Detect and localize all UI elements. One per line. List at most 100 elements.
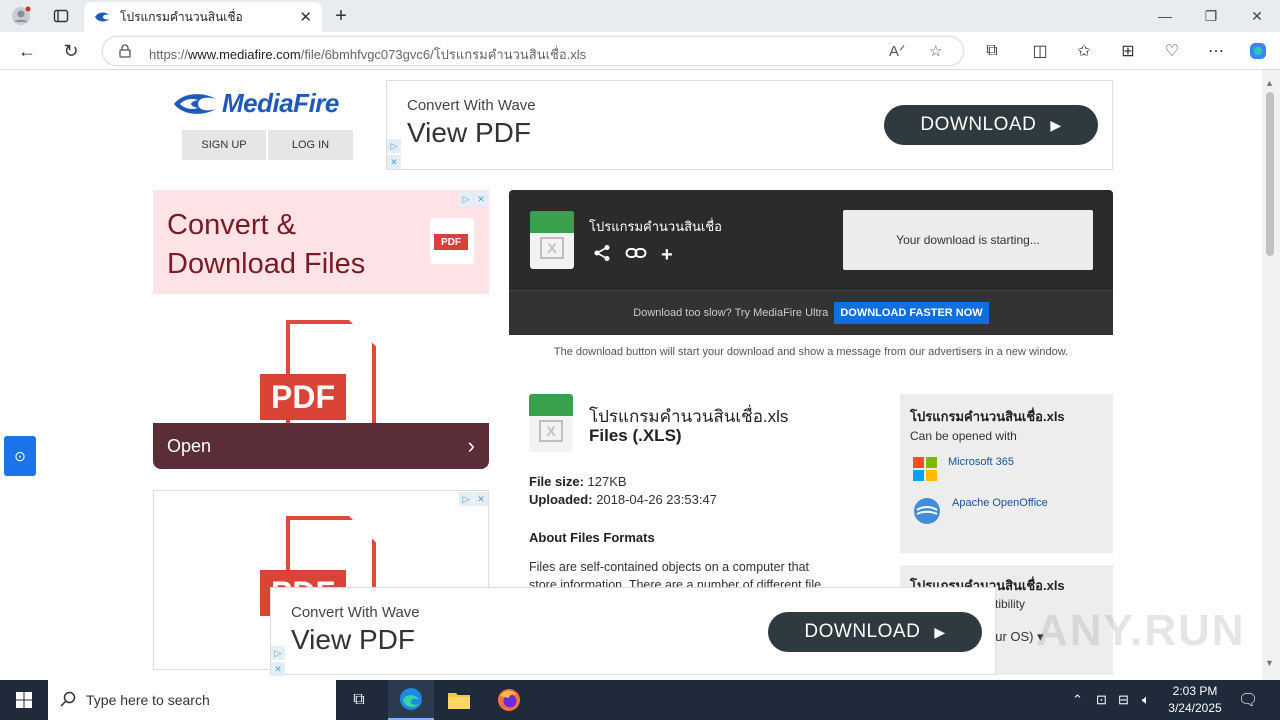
app-microsoft-365[interactable]: Microsoft 365 — [912, 456, 1014, 482]
window-close-icon[interactable]: ✕ — [1246, 6, 1268, 26]
xls-file-icon: X — [529, 394, 573, 452]
search-placeholder: Type here to search — [86, 692, 210, 708]
more-menu-icon[interactable]: ⋯ — [1204, 40, 1228, 62]
ad-close-icon[interactable]: ✕ — [474, 492, 488, 506]
play-arrow-icon: ▶ — [934, 623, 946, 640]
ad-close-icon[interactable]: ✕ — [474, 192, 488, 206]
ad-download-button[interactable]: DOWNLOAD ▶ — [768, 612, 982, 652]
ad-title: View PDF — [291, 624, 415, 655]
play-arrow-icon: ▶ — [1050, 116, 1062, 133]
new-tab-button[interactable]: + — [330, 5, 352, 27]
edge-taskbar-icon[interactable] — [388, 680, 434, 720]
open-with-panel: โปรแกรมคำนวนสินเชื่อ.xls Can be opened w… — [900, 394, 1113, 553]
file-size-row: File size: 127KB — [529, 474, 627, 489]
app-name[interactable]: Apache OpenOffice — [952, 497, 1048, 509]
refresh-button[interactable]: ↻ — [58, 38, 84, 64]
download-note: The download button will start your down… — [553, 346, 1069, 358]
task-view-icon[interactable]: ⧉ — [336, 680, 382, 720]
logo-text: MediaFire — [222, 88, 339, 118]
file-size-value: 127KB — [587, 474, 627, 489]
app-name[interactable]: Microsoft 365 — [948, 456, 1014, 468]
ad-open-button[interactable]: Open › — [153, 423, 489, 469]
about-heading: About Files Formats — [529, 530, 655, 545]
app-apache-openoffice[interactable]: Apache OpenOffice — [912, 496, 1048, 526]
openoffice-logo-icon — [914, 498, 940, 524]
taskbar-search-box[interactable]: Type here to search — [48, 680, 336, 720]
profile-icon[interactable] — [10, 6, 32, 26]
ad-close-icon[interactable]: ✕ — [271, 662, 285, 676]
pdf-file-icon: PDF — [260, 320, 376, 440]
top-banner-ad[interactable]: Convert With Wave View PDF DOWNLOAD ▶ ▷ ✕ — [386, 80, 1113, 170]
download-panel: X โปรแกรมคำนวนสินเชื่อ + Your download i… — [509, 190, 1113, 335]
restore-icon[interactable]: ❐ — [1200, 6, 1222, 26]
minimize-icon[interactable]: — — [1154, 6, 1176, 26]
ad-headline-2: Download Files — [167, 248, 366, 280]
windows-logo-icon — [16, 692, 32, 708]
uploaded-row: Uploaded: 2018-04-26 23:53:47 — [529, 492, 717, 507]
page-scrollbar[interactable]: ▲ ▼ — [1262, 70, 1280, 680]
url-text[interactable]: https://www.mediafire.com/file/6bmhfvgc0… — [149, 44, 586, 65]
active-tab[interactable]: โปรแกรมคำนวนสินเชื่อ ✕ — [84, 2, 322, 32]
chevron-right-icon: › — [467, 433, 475, 458]
microsoft-logo-icon — [913, 457, 937, 481]
log-in-button[interactable]: LOG IN — [268, 130, 353, 160]
mediafire-logo[interactable]: MediaFire — [172, 88, 339, 119]
open-with-title: โปรแกรมคำนวนสินเชื่อ.xls — [910, 409, 1065, 424]
windows-taskbar: Type here to search ⧉ ⌃ ⊡ ⊟ 🔈︎ 2:03 PM 3… — [0, 680, 1280, 720]
open-label: Open — [167, 435, 212, 456]
read-aloud-icon[interactable]: Aᐟ — [889, 42, 905, 60]
taskbar-clock[interactable]: 2:03 PM 3/24/2025 — [1160, 683, 1230, 717]
compat-subtitle: tibility — [995, 597, 1026, 611]
ad-close-icon[interactable]: ✕ — [387, 155, 401, 169]
scroll-down-icon[interactable]: ▼ — [1265, 658, 1274, 668]
download-upsell-bar: Download too slow? Try MediaFire Ultra D… — [509, 290, 1113, 335]
adchoices-icon[interactable]: ▷ — [271, 646, 285, 660]
scrollbar-thumb[interactable] — [1266, 92, 1274, 256]
clock-time: 2:03 PM — [1172, 684, 1218, 698]
address-bar[interactable]: https://www.mediafire.com/file/6bmhfvgc0… — [102, 36, 964, 66]
feedback-button[interactable]: ⊙ — [4, 436, 36, 476]
adchoices-icon[interactable]: ▷ — [387, 139, 401, 153]
copy-link-icon[interactable] — [625, 244, 647, 268]
back-button[interactable]: ← — [14, 38, 40, 64]
file-type: Files (.XLS) — [589, 426, 682, 445]
adchoices-icon[interactable]: ▷ — [459, 192, 473, 206]
network-icon[interactable]: ⊟ — [1118, 692, 1129, 708]
ad-subtitle: Convert With Wave — [291, 604, 420, 621]
lock-icon[interactable] — [119, 44, 131, 63]
download-filename: โปรแกรมคำนวนสินเชื่อ — [589, 219, 722, 234]
xls-file-icon: X — [530, 211, 574, 269]
ad-download-button[interactable]: DOWNLOAD ▶ — [884, 105, 1098, 145]
tab-actions-icon[interactable] — [50, 6, 72, 26]
tray-overflow-icon[interactable]: ⌃ — [1072, 692, 1083, 708]
favorites-icon[interactable]: ✩ — [1072, 40, 1096, 62]
browser-essentials-icon[interactable]: ♡ — [1160, 40, 1184, 62]
share-icon[interactable] — [593, 244, 611, 268]
extensions-icon[interactable]: ⧉ — [980, 40, 1004, 62]
meet-now-icon[interactable]: ⊡ — [1096, 692, 1107, 708]
firefox-icon[interactable] — [486, 680, 532, 720]
copilot-icon[interactable] — [1246, 40, 1270, 62]
notifications-icon[interactable]: 🗨︎ — [1238, 690, 1258, 710]
collections-icon[interactable]: ⊞ — [1116, 40, 1140, 62]
uploaded-value: 2018-04-26 23:53:47 — [596, 492, 717, 507]
scroll-up-icon[interactable]: ▲ — [1265, 78, 1274, 88]
download-faster-button[interactable]: DOWNLOAD FASTER NOW — [834, 302, 989, 324]
sign-up-button[interactable]: SIGN UP — [182, 130, 266, 160]
search-icon — [60, 691, 76, 710]
download-status: Your download is starting... — [843, 210, 1093, 270]
split-screen-icon[interactable]: ◫ — [1028, 40, 1052, 62]
browser-titlebar: โปรแกรมคำนวนสินเชื่อ ✕ + — ❐ ✕ — [0, 0, 1280, 32]
favorite-star-icon[interactable]: ☆ — [929, 42, 942, 60]
windows-start-button[interactable] — [0, 680, 48, 720]
file-explorer-icon[interactable] — [436, 680, 482, 720]
ad-subtitle: Convert With Wave — [407, 97, 536, 114]
tab-close-icon[interactable]: ✕ — [299, 8, 312, 26]
page-viewport: MediaFire SIGN UP LOG IN Convert With Wa… — [0, 70, 1262, 680]
volume-icon[interactable]: 🔈︎ — [1142, 692, 1150, 708]
open-with-subtitle: Can be opened with — [910, 429, 1017, 443]
adchoices-icon[interactable]: ▷ — [459, 492, 473, 506]
bottom-banner-ad[interactable]: Convert With Wave View PDF DOWNLOAD ▶ ▷ ✕ — [270, 587, 996, 676]
add-icon[interactable]: + — [661, 244, 673, 268]
ad-headline-1: Convert & — [167, 209, 296, 241]
